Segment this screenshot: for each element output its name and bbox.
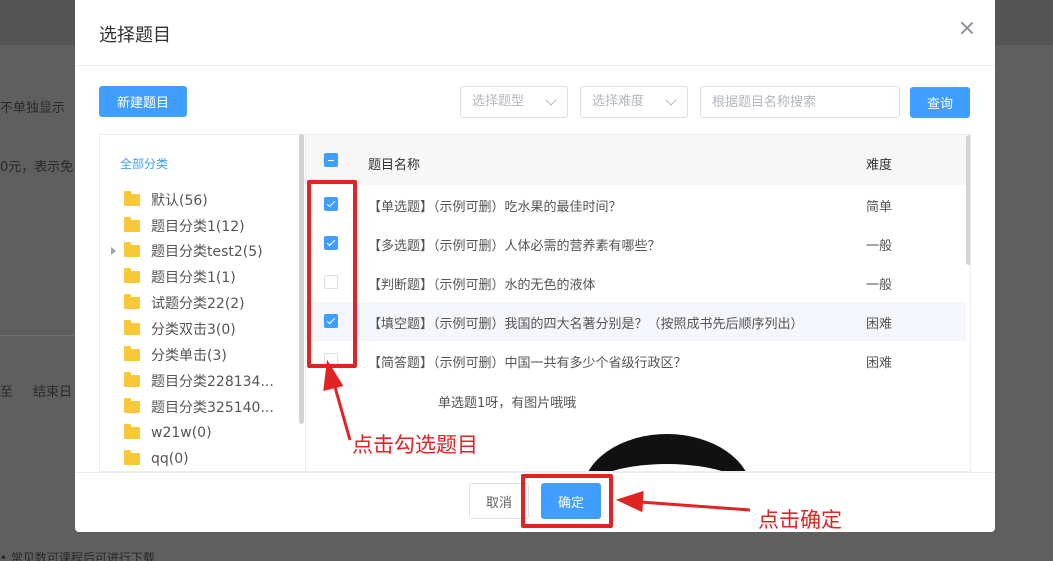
dialog-header: 选择题目: [75, 0, 995, 66]
tree-item[interactable]: qq(0): [124, 448, 189, 470]
question-type-select[interactable]: 选择题型: [460, 86, 568, 118]
bg-divider: [0, 335, 76, 336]
folder-icon: [124, 346, 140, 361]
question-image: [582, 434, 752, 471]
difficulty-select[interactable]: 选择难度: [580, 86, 688, 118]
row-name: 【判断题】（示例可删）水的无色的液体: [368, 278, 596, 293]
chevron-down-icon: [545, 94, 557, 106]
tree-item[interactable]: 题目分类test2(5): [111, 240, 263, 262]
bg-text-3: 至: [0, 385, 14, 400]
folder-icon: [124, 217, 140, 232]
tree-item[interactable]: 题目分类228134...: [124, 370, 274, 392]
header-difficulty: 难度: [866, 158, 893, 173]
tree-item[interactable]: w21w(0): [124, 422, 212, 444]
close-icon[interactable]: [959, 20, 975, 36]
category-tree: 全部分类 默认(56) 题目分类1(12) 题目分类test2(5) 题目分类1…: [99, 134, 305, 472]
annotation-check-hint: 点击勾选题目: [352, 433, 478, 457]
tree-item[interactable]: 分类双击3(0): [124, 318, 236, 340]
row-name: 【单选题】（示例可删）吃水果的最佳时间？: [368, 200, 622, 215]
header-name: 题目名称: [368, 158, 421, 173]
caret-right-icon[interactable]: [111, 247, 116, 255]
tree-item-label: 默认(56): [151, 193, 208, 209]
row-name: 【多选题】（示例可删）人体必需的营养素有哪些？: [368, 239, 661, 254]
tree-item[interactable]: 题目分类1(1): [124, 266, 236, 288]
bg-text-1: 不单独显示: [0, 101, 66, 116]
row-name: 【简答题】（示例可删）中国一共有多少个省级行政区？: [368, 356, 687, 371]
bg-text-2: 0元，表示免: [0, 160, 74, 175]
tree-item-label: 分类双击3(0): [151, 322, 236, 338]
difficulty-placeholder: 选择难度: [592, 94, 645, 109]
question-detail-text: 单选题1呀，有图片哦哦: [438, 396, 577, 411]
tree-item[interactable]: 题目分类325140...: [124, 396, 274, 418]
folder-icon: [124, 372, 140, 387]
folder-icon: [124, 320, 140, 335]
annotation-confirm-highlight: [521, 474, 613, 528]
row-difficulty: 一般: [866, 278, 893, 293]
table-header: 题目名称 难度: [306, 135, 966, 185]
tree-item[interactable]: 题目分类1(12): [124, 215, 245, 237]
tree-item[interactable]: 试题分类22(2): [124, 292, 245, 314]
search-input[interactable]: [700, 86, 900, 118]
table-row[interactable]: 【简答题】（示例可删）中国一共有多少个省级行政区？ 困难: [306, 341, 966, 380]
folder-icon: [124, 450, 140, 465]
tree-item[interactable]: 默认(56): [124, 189, 208, 211]
annotation-confirm-hint: 点击确定: [758, 508, 842, 532]
tree-item-label: 试题分类22(2): [151, 296, 245, 312]
folder-icon: [124, 424, 140, 439]
tree-item-label: qq(0): [151, 451, 189, 467]
table-row[interactable]: 【单选题】（示例可删）吃水果的最佳时间？ 简单: [306, 185, 966, 224]
folder-icon: [124, 294, 140, 309]
row-difficulty: 一般: [866, 239, 893, 254]
row-name: 【填空题】（示例可删）我国的四大名著分别是？（按照成书先后顺序列出）: [368, 317, 804, 332]
new-question-button[interactable]: 新建题目: [99, 86, 187, 117]
tree-item-label: w21w(0): [151, 425, 212, 441]
tree-item-label: 题目分类test2(5): [151, 244, 263, 260]
tree-item-all[interactable]: 全部分类: [120, 155, 168, 172]
folder-icon: [124, 268, 140, 283]
tree-scrollbar[interactable]: [299, 134, 304, 424]
tree-item-label: 题目分类1(12): [151, 219, 245, 235]
cancel-button[interactable]: 取消: [469, 483, 529, 519]
dialog-title: 选择题目: [99, 25, 171, 46]
annotation-checkbox-highlight: [307, 180, 357, 368]
folder-icon: [124, 398, 140, 413]
tree-item-label: 分类单击(3): [151, 348, 227, 364]
table-scrollbar[interactable]: [966, 135, 970, 265]
query-button[interactable]: 查询: [910, 87, 970, 118]
select-all-checkbox[interactable]: [324, 153, 338, 167]
tree-item-label: 题目分类325140...: [151, 400, 274, 416]
bg-text-4: 结束日: [33, 385, 73, 400]
table-row[interactable]: 【多选题】（示例可删）人体必需的营养素有哪些？ 一般: [306, 224, 966, 263]
select-question-dialog: 选择题目 新建题目 选择题型 选择难度 查询 全部分类 默认(56) 题目分类1…: [75, 0, 995, 532]
row-difficulty: 困难: [866, 356, 893, 371]
tree-item[interactable]: 分类单击(3): [124, 344, 227, 366]
chevron-down-icon: [665, 94, 677, 106]
row-difficulty: 简单: [866, 200, 893, 215]
table-row[interactable]: 【判断题】（示例可删）水的无色的液体 一般: [306, 263, 966, 302]
bg-text-5: • 常见数可课程后可进行下载: [0, 551, 155, 561]
question-type-placeholder: 选择题型: [472, 94, 525, 109]
row-difficulty: 困难: [866, 317, 893, 332]
tree-item-label: 题目分类1(1): [151, 270, 236, 286]
folder-icon: [124, 242, 140, 257]
table-row[interactable]: 【填空题】（示例可删）我国的四大名著分别是？（按照成书先后顺序列出） 困难: [306, 302, 966, 341]
question-table: 题目名称 难度 【单选题】（示例可删）吃水果的最佳时间？ 简单 【多选题】（示例…: [305, 134, 971, 472]
folder-icon: [124, 191, 140, 206]
tree-item-label: 题目分类228134...: [151, 374, 274, 390]
